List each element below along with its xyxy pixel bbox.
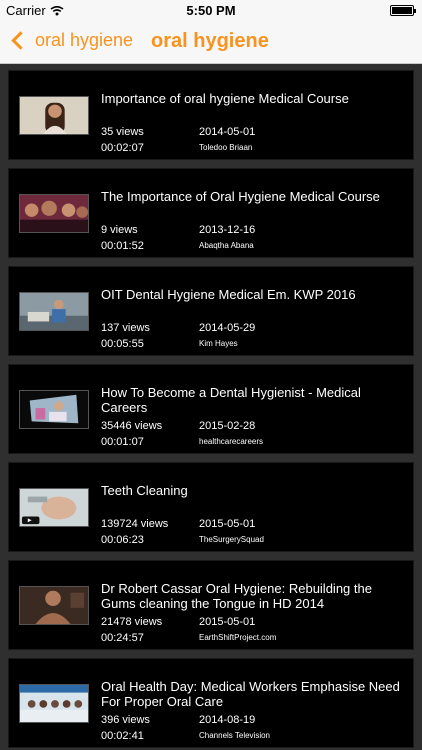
chevron-left-icon xyxy=(11,31,30,50)
video-card[interactable]: OIT Dental Hygiene Medical Em. KWP 2016 … xyxy=(8,266,414,356)
video-date: 2015-05-01 xyxy=(199,518,256,530)
video-thumbnail xyxy=(19,586,89,625)
nav-bar: oral hygiene oral hygiene xyxy=(0,22,422,64)
video-channel: TheSurgerySquad xyxy=(199,535,264,544)
video-title: Teeth Cleaning xyxy=(101,483,188,498)
video-title: Dr Robert Cassar Oral Hygiene: Rebuildin… xyxy=(101,581,372,611)
video-thumbnail xyxy=(19,292,89,331)
video-channel: Toledoo Briaan xyxy=(199,143,253,152)
video-views: 137 views xyxy=(101,322,150,334)
video-views: 139724 views xyxy=(101,518,169,530)
status-time: 5:50 PM xyxy=(186,3,236,18)
video-card[interactable]: Teeth Cleaning 139724 views 00:06:23 201… xyxy=(8,462,414,552)
video-duration: 00:24:57 xyxy=(101,632,144,644)
video-duration: 00:01:07 xyxy=(101,436,144,448)
video-card[interactable]: Importance of oral hygiene Medical Cours… xyxy=(8,70,414,160)
battery-icon xyxy=(390,5,416,16)
video-card[interactable]: Dr Robert Cassar Oral Hygiene: Rebuildin… xyxy=(8,560,414,650)
video-thumbnail xyxy=(19,488,89,527)
video-views: 9 views xyxy=(101,224,138,236)
video-thumbnail xyxy=(19,96,89,135)
video-title: Importance of oral hygiene Medical Cours… xyxy=(101,91,349,106)
video-date: 2013-12-16 xyxy=(199,224,256,236)
video-views: 35446 views xyxy=(101,420,163,432)
video-thumbnail xyxy=(19,390,89,429)
video-date: 2014-05-29 xyxy=(199,322,256,334)
back-button[interactable]: oral hygiene xyxy=(8,30,133,51)
video-channel: Channels Television xyxy=(199,731,271,740)
video-date: 2014-08-19 xyxy=(199,714,256,726)
video-channel: Abaqtha Abana xyxy=(199,241,254,250)
nav-title: oral hygiene xyxy=(151,30,269,52)
video-card[interactable]: How To Become a Dental Hygienist - Medic… xyxy=(8,364,414,454)
video-card[interactable]: Oral Health Day: Medical Workers Emphasi… xyxy=(8,658,414,748)
status-bar: Carrier 5:50 PM xyxy=(0,0,422,22)
back-label: oral hygiene xyxy=(35,30,134,50)
video-views: 21478 views xyxy=(101,616,163,628)
video-thumbnail xyxy=(19,684,89,723)
video-thumbnail xyxy=(19,194,89,233)
video-duration: 00:02:07 xyxy=(101,142,144,154)
video-title: OIT Dental Hygiene Medical Em. KWP 2016 xyxy=(101,287,356,302)
video-views: 35 views xyxy=(101,126,144,138)
video-date: 2015-05-01 xyxy=(199,616,256,628)
video-date: 2014-05-01 xyxy=(199,126,256,138)
video-channel: Kim Hayes xyxy=(199,339,238,348)
video-title: How To Become a Dental Hygienist - Medic… xyxy=(101,385,361,415)
video-duration: 00:05:55 xyxy=(101,338,144,350)
video-list[interactable]: Importance of oral hygiene Medical Cours… xyxy=(0,64,422,750)
video-date: 2015-02-28 xyxy=(199,420,256,432)
video-title: Oral Health Day: Medical Workers Emphasi… xyxy=(101,679,400,709)
video-duration: 00:01:52 xyxy=(101,240,144,252)
video-title: The Importance of Oral Hygiene Medical C… xyxy=(101,189,380,204)
video-duration: 00:06:23 xyxy=(101,534,144,546)
video-duration: 00:02:41 xyxy=(101,730,144,742)
video-channel: EarthShiftProject.com xyxy=(199,633,277,642)
video-channel: healthcarecareers xyxy=(199,437,264,446)
video-card[interactable]: The Importance of Oral Hygiene Medical C… xyxy=(8,168,414,258)
video-views: 396 views xyxy=(101,714,150,726)
